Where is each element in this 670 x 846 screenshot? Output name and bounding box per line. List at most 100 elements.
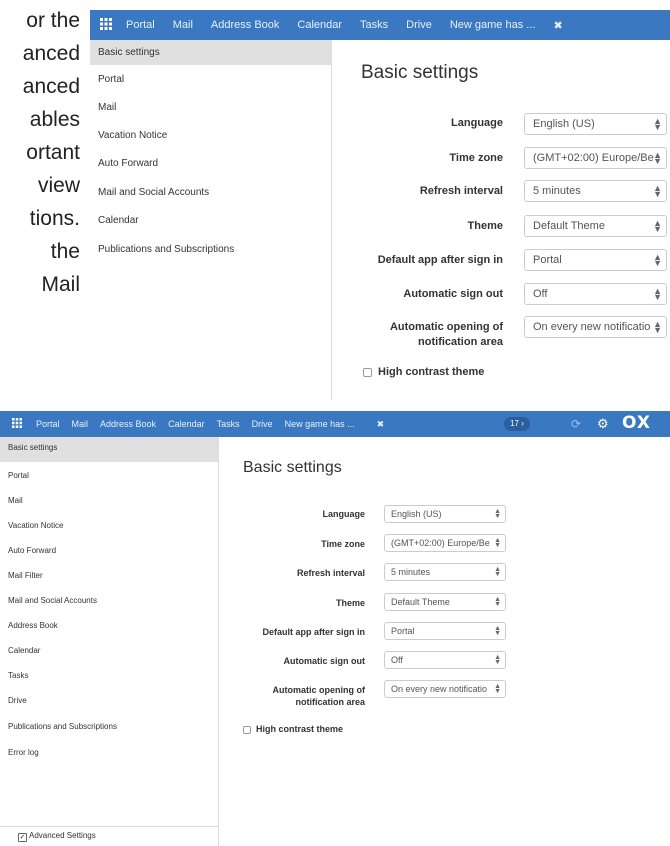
select-value: Portal: [391, 626, 415, 636]
sidebar-item-mail-social-accounts[interactable]: Mail and Social Accounts: [0, 590, 218, 612]
high-contrast-checkbox[interactable]: [243, 726, 251, 734]
app-mail[interactable]: Mail: [72, 419, 89, 429]
sidebar-item-tasks[interactable]: Tasks: [0, 665, 218, 687]
select-value: On every new notificatio: [391, 684, 488, 694]
app-calendar[interactable]: Calendar: [168, 419, 205, 429]
high-contrast-label: High contrast theme: [378, 366, 485, 378]
label-line: Automatic opening of: [272, 685, 366, 695]
select-value: Default Theme: [533, 220, 605, 232]
sidebar-item-auto-forward[interactable]: Auto Forward: [0, 540, 218, 562]
select-arrows-icon: ▲ ▼: [494, 683, 501, 695]
app-drive[interactable]: Drive: [252, 419, 273, 429]
select-value: English (US): [533, 118, 595, 130]
timezone-select[interactable]: (GMT+02:00) Europe/Be ▲ ▼: [384, 534, 506, 552]
top-bar: Portal Mail Address Book Calendar Tasks …: [90, 10, 670, 40]
select-arrows-icon: ▲ ▼: [653, 286, 662, 302]
app-new-game[interactable]: New game has ...: [450, 19, 536, 31]
select-value: 5 minutes: [391, 567, 431, 577]
select-arrows-icon: ▲ ▼: [494, 625, 501, 637]
app-launcher-icon[interactable]: [100, 17, 114, 33]
select-arrows-icon: ▲ ▼: [653, 183, 662, 199]
select-arrows-icon: ▲ ▼: [494, 596, 501, 608]
language-label: Language: [322, 509, 365, 519]
advanced-settings-checkbox[interactable]: ✓: [18, 833, 27, 842]
select-value: Off: [391, 655, 403, 665]
refresh-interval-select[interactable]: 5 minutes ▲ ▼: [384, 563, 506, 581]
sidebar-item-vacation-notice[interactable]: Vacation Notice: [90, 123, 330, 148]
sidebar-item-mail[interactable]: Mail: [90, 95, 330, 120]
theme-select[interactable]: Default Theme ▲ ▼: [384, 593, 506, 611]
select-value: Off: [533, 288, 548, 300]
theme-label: Theme: [335, 598, 365, 608]
sidebar-item-auto-forward[interactable]: Auto Forward: [90, 151, 330, 176]
doc-line: anced: [22, 42, 80, 65]
timezone-select[interactable]: (GMT+02:00) Europe/Be ▲ ▼: [524, 147, 667, 169]
close-icon[interactable]: ✖: [553, 19, 562, 32]
select-value: On every new notificatio: [533, 321, 651, 333]
refresh-interval-select[interactable]: 5 minutes ▲ ▼: [524, 180, 667, 202]
app-portal[interactable]: Portal: [126, 19, 155, 31]
doc-line: ortant: [26, 141, 80, 164]
app-address-book[interactable]: Address Book: [211, 19, 279, 31]
app-drive[interactable]: Drive: [406, 19, 432, 31]
sidebar-item-portal[interactable]: Portal: [0, 465, 218, 487]
app-portal[interactable]: Portal: [36, 419, 60, 429]
app-tasks[interactable]: Tasks: [217, 419, 240, 429]
sidebar-item-publications[interactable]: Publications and Subscriptions: [0, 716, 218, 738]
page-title: Basic settings: [243, 459, 342, 476]
sidebar-item-basic-settings[interactable]: Basic settings: [90, 40, 332, 65]
select-value: Portal: [533, 254, 562, 266]
select-arrows-icon: ▲ ▼: [653, 116, 662, 132]
select-arrows-icon: ▲ ▼: [653, 319, 662, 335]
settings-sidebar: Basic settings Portal Mail Vacation Noti…: [0, 437, 219, 846]
notification-area-select[interactable]: On every new notificatio ▲ ▼: [384, 680, 506, 698]
app-tasks[interactable]: Tasks: [360, 19, 388, 31]
theme-select[interactable]: Default Theme ▲ ▼: [524, 215, 667, 237]
high-contrast-label: High contrast theme: [256, 724, 344, 734]
sidebar-item-calendar[interactable]: Calendar: [90, 208, 330, 233]
sign-out-select[interactable]: Off ▲ ▼: [524, 283, 667, 305]
doc-line: Mail: [41, 273, 80, 296]
close-icon[interactable]: ✖: [377, 419, 385, 430]
doc-line: or the: [26, 9, 80, 32]
language-select[interactable]: English (US) ▲ ▼: [524, 113, 667, 135]
sidebar-item-address-book[interactable]: Address Book: [0, 615, 218, 637]
sidebar-item-drive[interactable]: Drive: [0, 690, 218, 712]
doc-line: anced: [22, 75, 80, 98]
notification-badge[interactable]: 17 ›: [504, 417, 530, 431]
sign-out-label: Automatic sign out: [403, 288, 503, 300]
select-value: (GMT+02:00) Europe/Be: [391, 538, 490, 548]
gear-icon[interactable]: ⚙: [597, 416, 609, 432]
app-address-book[interactable]: Address Book: [100, 419, 156, 429]
app-calendar[interactable]: Calendar: [297, 19, 342, 31]
notification-area-select[interactable]: On every new notificatio ▲ ▼: [524, 316, 667, 338]
select-arrows-icon: ▲ ▼: [653, 218, 662, 234]
sidebar-item-vacation-notice[interactable]: Vacation Notice: [0, 515, 218, 537]
default-app-select[interactable]: Portal ▲ ▼: [384, 622, 506, 640]
app-mail[interactable]: Mail: [173, 19, 193, 31]
timezone-label: Time zone: [449, 152, 503, 164]
language-select[interactable]: English (US) ▲ ▼: [384, 505, 506, 523]
sidebar-item-mail[interactable]: Mail: [0, 490, 218, 512]
sidebar-item-basic-settings[interactable]: Basic settings: [0, 437, 218, 462]
notification-area-label: Automatic opening of notification area: [230, 684, 366, 708]
sidebar-item-calendar[interactable]: Calendar: [0, 640, 218, 662]
sidebar-item-mail-filter[interactable]: Mail Filter: [0, 565, 218, 587]
sidebar-item-publications[interactable]: Publications and Subscriptions: [90, 237, 330, 262]
app-launcher-icon[interactable]: [12, 418, 24, 430]
top-bar: Portal Mail Address Book Calendar Tasks …: [0, 411, 670, 437]
sidebar-item-mail-social-accounts[interactable]: Mail and Social Accounts: [90, 180, 330, 205]
sidebar-item-portal[interactable]: Portal: [90, 67, 330, 92]
high-contrast-checkbox[interactable]: [363, 368, 372, 377]
select-arrows-icon: ▲ ▼: [494, 537, 501, 549]
select-arrows-icon: ▲ ▼: [494, 508, 501, 520]
default-app-select[interactable]: Portal ▲ ▼: [524, 249, 667, 271]
default-app-label: Default app after sign in: [377, 254, 503, 266]
app-new-game[interactable]: New game has ...: [285, 419, 355, 429]
sidebar-item-error-log[interactable]: Error log: [0, 742, 218, 764]
select-arrows-icon: ▲ ▼: [494, 654, 501, 666]
sign-out-select[interactable]: Off ▲ ▼: [384, 651, 506, 669]
refresh-icon[interactable]: ⟳: [571, 417, 581, 431]
refresh-interval-label: Refresh interval: [296, 568, 365, 578]
doc-line: the: [50, 240, 80, 263]
